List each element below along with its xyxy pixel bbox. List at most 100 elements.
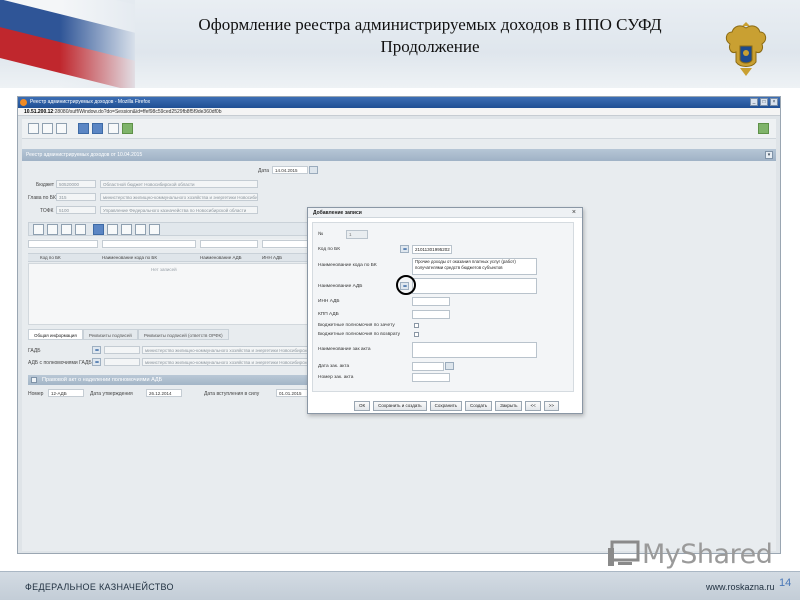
create-button[interactable]: Создать [465, 401, 493, 411]
prev-button[interactable]: << [525, 401, 541, 411]
col-kbk-name[interactable]: Наименование кода по БК [102, 255, 157, 260]
gabs-name-field: министерство жилищно-коммунального хозяй… [100, 193, 258, 201]
adb-lookup-icon[interactable] [92, 358, 101, 366]
url-host: 10.51.200.12 [24, 109, 54, 115]
panel-title-text: Реестр администрируемых доходов от 10.04… [26, 152, 143, 158]
adb-powers-name-field: министерство жилищно-коммунального хозяй… [142, 358, 310, 366]
act-name-field[interactable] [412, 342, 537, 358]
tofk-label: ТОФК [40, 208, 54, 214]
dialog-form: № 1 Код по БК 21011301995202 Наименовани… [312, 222, 574, 392]
budget-label: Бюджет [36, 182, 55, 188]
kbk-name-label: Наименование кода по БК [318, 263, 377, 268]
minimize-button[interactable]: _ [750, 98, 758, 106]
gadb-lookup-icon[interactable] [92, 346, 101, 354]
slide-title: Оформление реестра администрируемых дохо… [120, 14, 740, 58]
copy-row-icon[interactable] [61, 224, 72, 235]
collapse-section-icon[interactable] [31, 377, 37, 383]
tofk-name-field: Управление Федерального казначейства по … [100, 206, 258, 214]
act-name-label: Наименование зак акта [318, 347, 371, 352]
budget-code-field[interactable]: 50520000 [56, 180, 96, 188]
gabs-code-field[interactable]: 315 [56, 193, 96, 201]
credit-label: Бюджетные полномочия по зачету [318, 323, 395, 328]
legal-act-title: Правовой акт о наделении полномочиями АД… [42, 377, 163, 383]
address-bar[interactable]: 10.51.200.12:28080/suff/Window.do?do=Ses… [18, 108, 780, 116]
table-icon[interactable] [107, 224, 118, 235]
close-window-button[interactable]: × [770, 98, 778, 106]
collapse-icon[interactable]: ▾ [765, 151, 773, 159]
watermark: MyShared [606, 538, 773, 570]
col-adb-name[interactable]: Наименование АДБ [200, 255, 242, 260]
kbk-field[interactable]: 21011301995202 [412, 245, 452, 254]
maximize-button[interactable]: □ [760, 98, 768, 106]
legal-approve-field[interactable]: 26.12.2014 [146, 389, 182, 397]
filter-kbk[interactable] [28, 240, 98, 248]
panel-title: Реестр администрируемых доходов от 10.04… [22, 149, 776, 161]
export-icon[interactable] [149, 224, 160, 235]
filter-kbk-name[interactable] [102, 240, 196, 248]
budget-name-field: Областной бюджет Новосибирской области [100, 180, 258, 188]
url-path: :28080/suff/Window.do?do=Session&id=ffef… [53, 109, 222, 115]
footer-url[interactable]: www.roskazna.ru [706, 582, 775, 592]
kbk-name-field: Прочие доходы от оказания платных услуг … [412, 258, 537, 275]
legal-number-field[interactable]: 12-АДБ [48, 389, 84, 397]
add-record-dialog: Добавление записи × № 1 Код по БК 210113… [307, 207, 583, 414]
page-number: 14 [779, 577, 792, 589]
col-kbk[interactable]: Код по БК [40, 255, 61, 260]
credit-checkbox[interactable] [414, 323, 419, 328]
inn-field[interactable] [412, 297, 450, 306]
close-icon[interactable]: × [572, 208, 576, 218]
tab-bar: Общая информация Реквизиты подписей Рекв… [28, 329, 229, 340]
kpp-field[interactable] [412, 310, 450, 319]
edit-row-icon[interactable] [47, 224, 58, 235]
col-inn[interactable]: ИНН АДБ [262, 255, 282, 260]
edit-icon[interactable] [56, 123, 67, 134]
act-date-field[interactable] [412, 362, 444, 371]
gadb-code-field[interactable] [104, 346, 140, 354]
print-icon[interactable] [108, 123, 119, 134]
grid-empty-text: Нет записей [151, 267, 177, 272]
close-button[interactable]: Закрыть [495, 401, 523, 411]
legal-effective-label: Дата вступления в силу [204, 391, 260, 397]
emblem-icon [725, 22, 767, 76]
settings-icon[interactable] [135, 224, 146, 235]
save-and-create-button[interactable]: Сохранить и создать [373, 401, 427, 411]
act-date-label: Дата зак. акта [318, 364, 350, 369]
legal-number-label: Номер [28, 391, 44, 397]
act-number-field[interactable] [412, 373, 450, 382]
view-icon[interactable] [93, 224, 104, 235]
filter-adb-name[interactable] [200, 240, 258, 248]
window-title: Реестр администрируемых доходов - Mozill… [30, 99, 151, 105]
date-field[interactable]: 14.04.2015 [272, 166, 308, 174]
refresh-icon[interactable] [122, 123, 133, 134]
new-doc-icon[interactable] [28, 123, 39, 134]
tofk-code-field[interactable]: 5100 [56, 206, 96, 214]
legal-effective-field[interactable]: 01.01.2015 [276, 389, 308, 397]
grid-header: Код по БК Наименование кода по БК Наимен… [28, 253, 318, 262]
filter-icon[interactable] [121, 224, 132, 235]
refund-checkbox[interactable] [414, 332, 419, 337]
kbk-lookup-icon[interactable] [400, 245, 409, 253]
kpp-label: КПП АДБ [318, 312, 339, 317]
adb-name-field[interactable] [412, 278, 537, 294]
grid-body: Нет записей [28, 263, 318, 325]
adb-powers-label: АДБ с полномочиями ГАДБ [28, 360, 92, 366]
save-icon[interactable] [78, 123, 89, 134]
tab-signatures-orfk[interactable]: Реквизиты подписей (ответств ОРФК) [137, 329, 229, 340]
delete-row-icon[interactable] [75, 224, 86, 235]
no-field: 1 [346, 230, 368, 239]
calendar-icon[interactable] [445, 362, 454, 370]
next-button[interactable]: >> [543, 401, 560, 411]
tab-general[interactable]: Общая информация [28, 329, 83, 340]
add-row-icon[interactable] [33, 224, 44, 235]
dialog-title-text: Добавление записи [313, 210, 362, 216]
watermark-icon [608, 540, 640, 566]
adb-powers-code-field[interactable] [104, 358, 140, 366]
exit-icon[interactable] [758, 123, 769, 134]
tab-signatures[interactable]: Реквизиты подписей [82, 329, 138, 340]
copy-icon[interactable] [42, 123, 53, 134]
ok-button[interactable]: ОК [354, 401, 371, 411]
save-button[interactable]: Сохранить [429, 401, 463, 411]
save-close-icon[interactable] [92, 123, 103, 134]
legal-approve-label: Дата утверждения [90, 391, 133, 397]
calendar-icon[interactable] [309, 166, 318, 174]
